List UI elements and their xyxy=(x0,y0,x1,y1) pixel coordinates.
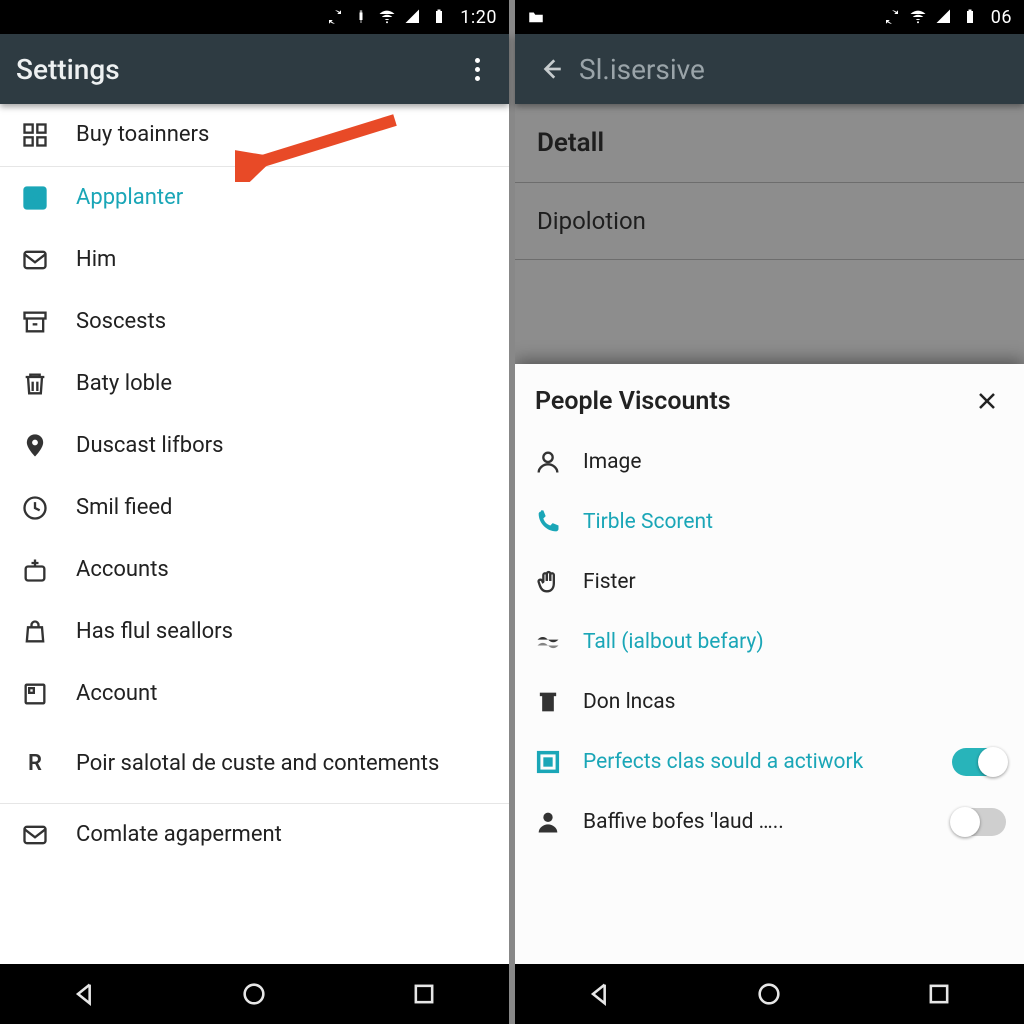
plus-box-icon xyxy=(18,553,52,587)
nav-home-button[interactable] xyxy=(219,974,289,1014)
navigation-bar xyxy=(515,964,1024,1024)
phone-icon xyxy=(533,505,563,539)
section-header: Detall xyxy=(515,104,1024,183)
right-screenshot: 06 Sl.isersive Detall Dipolotion People … xyxy=(515,0,1024,1024)
letter-r-icon: R xyxy=(18,747,52,781)
sheet-item[interactable]: Fister xyxy=(515,552,1024,612)
settings-item[interactable]: Soscests xyxy=(0,291,509,353)
settings-item-label: Has flul seallors xyxy=(76,618,491,646)
settings-item[interactable]: Has flul seallors xyxy=(0,601,509,663)
frame-icon xyxy=(533,745,563,779)
sheet-item[interactable]: Tall (ialbout befary) xyxy=(515,612,1024,672)
settings-item-label: Buy toainners xyxy=(76,121,491,149)
person-icon xyxy=(533,445,563,479)
close-button[interactable] xyxy=(970,384,1004,418)
status-clock: 06 xyxy=(991,7,1012,28)
settings-item-label: Account xyxy=(76,680,491,708)
sheet-item[interactable]: Perfects clas sould a actiwork xyxy=(515,732,1024,792)
settings-item-label: Him xyxy=(76,246,491,274)
status-clock: 1:20 xyxy=(460,7,497,28)
settings-item[interactable]: R Poir salotal de custe and contements xyxy=(0,725,509,803)
mail-x-icon xyxy=(18,243,52,277)
settings-item-label: Smil fieed xyxy=(76,494,491,522)
user-solid-icon xyxy=(533,805,563,839)
settings-item[interactable]: Accounts xyxy=(0,539,509,601)
settings-item-label: Soscests xyxy=(76,308,491,336)
sheet-item-label: Tall (ialbout befary) xyxy=(583,629,1006,655)
settings-item-label: Appplanter xyxy=(76,184,491,212)
clock-icon xyxy=(18,491,52,525)
hand-icon xyxy=(533,565,563,599)
cell-signal-icon xyxy=(404,8,422,26)
wifi-icon xyxy=(909,8,927,26)
settings-item-label: Comlate agaperment xyxy=(76,821,491,849)
settings-item[interactable]: Duscast lifbors xyxy=(0,415,509,477)
envelope-icon xyxy=(18,818,52,852)
sheet-item[interactable]: Image xyxy=(515,432,1024,492)
page-title: Settings xyxy=(16,53,461,86)
layers-icon xyxy=(533,625,563,659)
settings-item[interactable]: Comlate agaperment xyxy=(0,804,509,866)
bottom-sheet: People Viscounts Image Tirble Scorent Fist… xyxy=(515,364,1024,964)
toggle-switch[interactable] xyxy=(952,808,1006,836)
nav-back-button[interactable] xyxy=(565,974,635,1014)
wifi-icon xyxy=(378,8,396,26)
battery-icon xyxy=(430,8,448,26)
sheet-item[interactable]: Tirble Scorent xyxy=(515,492,1024,552)
detail-screen: Detall Dipolotion People Viscounts Image… xyxy=(515,104,1024,964)
settings-item-label: Poir salotal de custe and contements xyxy=(76,750,491,778)
sheet-item[interactable]: Don lncas xyxy=(515,672,1024,732)
status-bar: 06 xyxy=(515,0,1024,34)
nav-recent-button[interactable] xyxy=(389,974,459,1014)
action-bar: Settings xyxy=(0,34,509,104)
archive-icon xyxy=(18,305,52,339)
settings-item[interactable]: Him xyxy=(0,229,509,291)
sheet-item-label: Baffive bofes 'laud ….. xyxy=(583,809,952,835)
sheet-title: People Viscounts xyxy=(535,387,970,416)
sheet-item-label: Fister xyxy=(583,569,1006,595)
cell-signal-icon xyxy=(935,8,953,26)
page-title: Sl.isersive xyxy=(579,53,1008,86)
back-button[interactable] xyxy=(531,49,571,89)
nav-home-button[interactable] xyxy=(734,974,804,1014)
sheet-item-label: Don lncas xyxy=(583,689,1006,715)
settings-item[interactable]: Buy toainners xyxy=(0,104,509,166)
settings-item-label: Baty loble xyxy=(76,370,491,398)
sheet-item-label: Tirble Scorent xyxy=(583,509,1006,535)
battery-icon xyxy=(961,8,979,26)
pin-icon xyxy=(18,429,52,463)
plug-icon xyxy=(352,8,370,26)
sheet-item-label: Image xyxy=(583,449,1006,475)
sheet-item[interactable]: Baffive bofes 'laud ….. xyxy=(515,792,1024,852)
list-item[interactable]: Dipolotion xyxy=(515,183,1024,260)
settings-item[interactable]: Appplanter xyxy=(0,167,509,229)
settings-item[interactable]: Baty loble xyxy=(0,353,509,415)
grid-icon xyxy=(18,118,52,152)
left-screenshot: 1:20 Settings Buy toainners Appplanter Him… xyxy=(0,0,509,1024)
folder-icon xyxy=(527,8,545,26)
nav-recent-button[interactable] xyxy=(904,974,974,1014)
bag-icon xyxy=(18,615,52,649)
sync-icon xyxy=(883,8,901,26)
square-icon xyxy=(18,677,52,711)
settings-item[interactable]: Smil fieed xyxy=(0,477,509,539)
navigation-bar xyxy=(0,964,509,1024)
bin-icon xyxy=(533,685,563,719)
settings-item-label: Accounts xyxy=(76,556,491,584)
trash-icon xyxy=(18,367,52,401)
settings-list: Buy toainners Appplanter Him Soscests Baty l… xyxy=(0,104,509,964)
nav-back-button[interactable] xyxy=(50,974,120,1014)
check-box-icon xyxy=(18,181,52,215)
overflow-menu-button[interactable] xyxy=(461,49,493,89)
status-bar: 1:20 xyxy=(0,0,509,34)
action-bar: Sl.isersive xyxy=(515,34,1024,104)
toggle-switch[interactable] xyxy=(952,748,1006,776)
settings-item[interactable]: Account xyxy=(0,663,509,725)
sync-icon xyxy=(326,8,344,26)
settings-item-label: Duscast lifbors xyxy=(76,432,491,460)
sheet-item-label: Perfects clas sould a actiwork xyxy=(583,749,952,775)
